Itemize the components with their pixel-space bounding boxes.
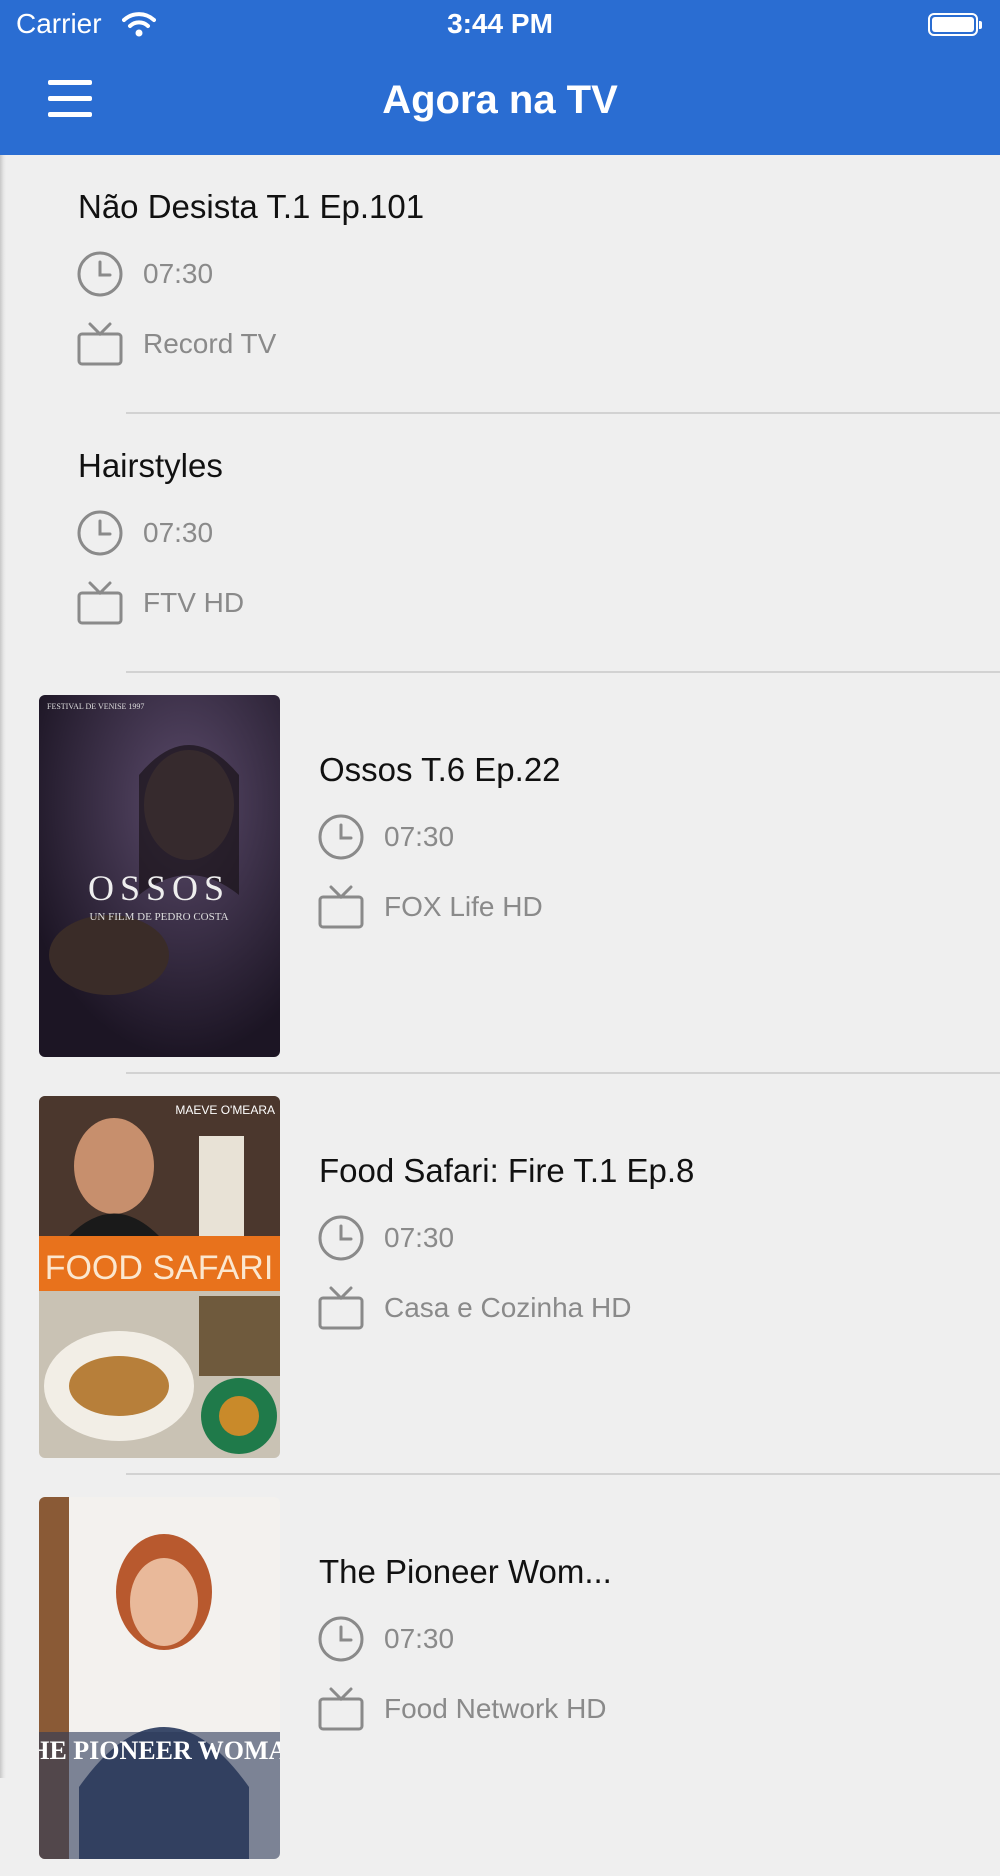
app-bar: Carrier 3:44 PM Agora na TV bbox=[0, 0, 1000, 155]
list-item[interactable]: Hairstyles 07:30 FTV HD bbox=[0, 414, 1000, 673]
poster-subtitle: UN FILM DE PEDRO COSTA bbox=[89, 911, 228, 923]
program-channel: FTV HD bbox=[143, 587, 245, 618]
program-poster: FOOD SAFARI MAEVE O'MEARA bbox=[39, 1096, 280, 1458]
program-channel: Food Network HD bbox=[384, 1693, 607, 1724]
status-bar: Carrier 3:44 PM bbox=[0, 0, 1000, 50]
clock-icon bbox=[318, 1616, 364, 1662]
clock-icon bbox=[77, 251, 123, 297]
program-time: 07:30 bbox=[384, 821, 455, 852]
list-item[interactable]: THE PIONEER WOMAN The Pioneer Wom... 07:… bbox=[0, 1475, 1000, 1876]
clock-icon bbox=[318, 1215, 364, 1261]
program-time: 07:30 bbox=[143, 517, 214, 548]
program-time: 07:30 bbox=[384, 1222, 455, 1253]
poster-top-text: MAEVE O'MEARA bbox=[175, 1103, 275, 1117]
tv-icon bbox=[318, 885, 364, 929]
program-name: Não Desista T.1 Ep.101 bbox=[78, 188, 425, 225]
clock-time: 3:44 PM bbox=[447, 8, 553, 39]
program-name: Ossos T.6 Ep.22 bbox=[319, 751, 561, 788]
tv-icon bbox=[77, 322, 123, 366]
page-title: Agora na TV bbox=[382, 78, 618, 122]
poster-title: THE PIONEER WOMAN bbox=[39, 1736, 280, 1765]
tv-icon bbox=[318, 1286, 364, 1330]
tv-icon bbox=[318, 1687, 364, 1731]
list-item[interactable]: FESTIVAL DE VENISE 1997 OSSOS UN FILM DE… bbox=[0, 673, 1000, 1074]
clock-icon bbox=[77, 510, 123, 556]
program-channel: Casa e Cozinha HD bbox=[384, 1292, 632, 1323]
program-list: Não Desista T.1 Ep.101 07:30 Record TV H… bbox=[0, 155, 1000, 1876]
tv-icon bbox=[77, 581, 123, 625]
poster-top-text: FESTIVAL DE VENISE 1997 bbox=[47, 702, 144, 711]
poster-title: FOOD SAFARI bbox=[45, 1249, 274, 1287]
list-item[interactable]: FOOD SAFARI MAEVE O'MEARA Food Safari: F… bbox=[0, 1074, 1000, 1475]
program-poster: FESTIVAL DE VENISE 1997 OSSOS UN FILM DE… bbox=[39, 695, 280, 1057]
program-name: Hairstyles bbox=[78, 447, 223, 484]
clock-icon bbox=[318, 814, 364, 860]
program-channel: FOX Life HD bbox=[384, 891, 543, 922]
program-channel: Record TV bbox=[143, 328, 277, 359]
program-time: 07:30 bbox=[384, 1623, 455, 1654]
program-name: The Pioneer Wom... bbox=[319, 1553, 612, 1590]
battery-icon bbox=[928, 13, 982, 36]
program-poster: THE PIONEER WOMAN bbox=[39, 1497, 280, 1859]
program-time: 07:30 bbox=[143, 258, 214, 289]
list-item[interactable]: Não Desista T.1 Ep.101 07:30 Record TV bbox=[0, 155, 1000, 414]
poster-title: OSSOS bbox=[88, 868, 230, 908]
program-name: Food Safari: Fire T.1 Ep.8 bbox=[319, 1152, 695, 1189]
